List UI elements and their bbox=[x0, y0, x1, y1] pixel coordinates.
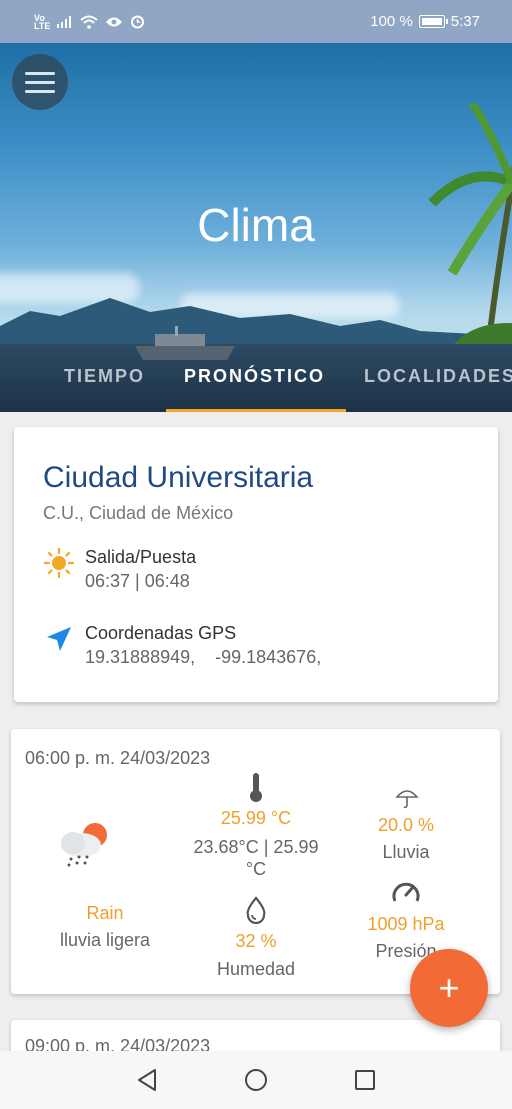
temperature-range: 23.68°C | 25.99 °C bbox=[193, 837, 319, 879]
condition-desc: lluvia ligera bbox=[59, 930, 151, 950]
humidity-label: Humedad bbox=[216, 959, 296, 979]
eye-icon bbox=[106, 17, 123, 26]
gps-value: 19.31888949, -99.1843676, bbox=[85, 647, 322, 667]
status-right: 100 % 5:37 bbox=[370, 13, 480, 30]
rain-cloud-icon bbox=[61, 823, 107, 867]
wifi-icon bbox=[80, 15, 99, 29]
humidity-value: 32 % bbox=[235, 931, 277, 951]
city-subtitle: C.U., Ciudad de México bbox=[43, 503, 234, 523]
hamburger-icon bbox=[25, 71, 55, 75]
volte-icon: Vo LTE bbox=[34, 12, 51, 31]
condition-main: Rain bbox=[86, 903, 124, 923]
tab-tiempo[interactable]: TIEMPO bbox=[64, 366, 145, 387]
humidity-drop-icon bbox=[246, 896, 266, 924]
city-name: Ciudad Universitaria bbox=[43, 461, 314, 494]
forecast-card[interactable]: 06:00 p. m. 24/03/2023 Rain lluvia liger… bbox=[11, 729, 500, 994]
sun-value: 06:37 | 06:48 bbox=[85, 571, 190, 591]
hamburger-icon bbox=[25, 80, 55, 84]
status-left: Vo LTE bbox=[34, 12, 145, 31]
tab-indicator bbox=[166, 409, 346, 412]
page-title: Clima bbox=[197, 199, 315, 251]
umbrella-icon bbox=[395, 790, 419, 809]
signal-icon bbox=[57, 15, 72, 28]
status-bar: Vo LTE 100 % 5:37 bbox=[0, 0, 512, 43]
pressure-value: 1009 hPa bbox=[367, 914, 445, 934]
pressure-gauge-icon bbox=[392, 882, 420, 902]
rain-probability: 20.0 % bbox=[377, 815, 435, 835]
sunrise-sunset-row: Salida/Puesta 06:37 | 06:48 bbox=[43, 547, 196, 592]
tab-localidades[interactable]: LOCALIDADES bbox=[364, 366, 512, 387]
thermometer-icon bbox=[250, 773, 262, 802]
tab-pronostico[interactable]: PRONÓSTICO bbox=[184, 366, 325, 387]
menu-button[interactable] bbox=[12, 54, 68, 110]
alarm-icon bbox=[131, 15, 145, 29]
sun-label: Salida/Puesta bbox=[85, 547, 197, 567]
status-time: 5:37 bbox=[450, 13, 480, 30]
sun-icon bbox=[43, 547, 75, 579]
gps-row: Coordenadas GPS 19.31888949, -99.1843676… bbox=[43, 623, 321, 668]
back-icon[interactable] bbox=[136, 1068, 158, 1092]
hamburger-icon bbox=[25, 89, 55, 93]
battery-percent: 100 % bbox=[370, 13, 413, 30]
gps-label: Coordenadas GPS bbox=[85, 623, 237, 643]
recents-icon[interactable] bbox=[354, 1069, 376, 1091]
add-location-button[interactable]: + bbox=[410, 949, 488, 1027]
system-nav-bar bbox=[0, 1051, 512, 1109]
temperature-value: 25.99 °C bbox=[220, 808, 292, 828]
header-banner: Clima TIEMPO PRONÓSTICO LOCALIDADES bbox=[0, 43, 512, 412]
forecast-datetime: 06:00 p. m. 24/03/2023 bbox=[25, 748, 211, 768]
location-card: Ciudad Universitaria C.U., Ciudad de Méx… bbox=[14, 427, 498, 702]
location-arrow-icon bbox=[47, 627, 71, 651]
battery-icon bbox=[418, 15, 448, 28]
rain-label: Lluvia bbox=[382, 842, 430, 862]
plus-icon: + bbox=[438, 967, 460, 1008]
tab-bar: TIEMPO PRONÓSTICO LOCALIDADES bbox=[0, 344, 512, 412]
home-icon[interactable] bbox=[244, 1068, 268, 1092]
